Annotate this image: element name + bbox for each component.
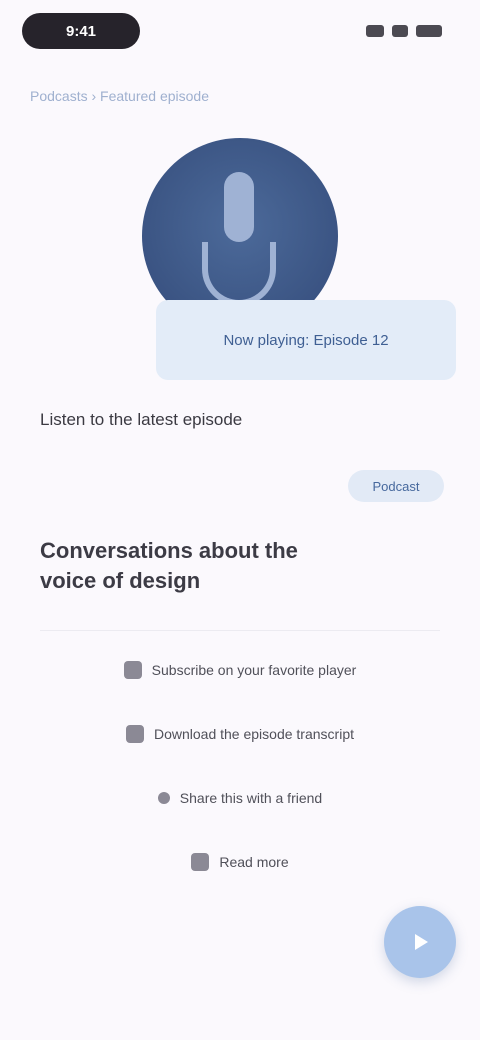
microphone-icon: [224, 172, 254, 242]
tag-chip[interactable]: Podcast: [348, 470, 444, 502]
book-icon: [191, 853, 210, 871]
breadcrumb[interactable]: Podcasts › Featured episode: [30, 88, 330, 104]
page-title: Conversations about the voice of design: [40, 538, 298, 593]
status-time: 9:41: [22, 13, 140, 49]
share-icon: [157, 792, 170, 804]
option-label: Subscribe on your favorite player: [151, 662, 357, 678]
wifi-icon: [392, 25, 408, 37]
option-read-more[interactable]: Read more: [40, 838, 440, 886]
play-icon: [415, 934, 428, 950]
rss-icon: [123, 661, 142, 679]
signal-icon: [366, 25, 384, 37]
document-icon: [125, 725, 144, 743]
microphone-stand: [202, 242, 276, 306]
option-transcript[interactable]: Download the episode transcript: [40, 710, 440, 758]
status-icons: [366, 24, 442, 38]
play-button[interactable]: [384, 906, 456, 978]
section-heading: Listen to the latest episode: [40, 410, 243, 429]
option-label: Download the episode transcript: [153, 726, 354, 742]
battery-icon: [416, 25, 442, 37]
status-bar: 9:41: [0, 0, 480, 60]
option-label: Read more: [219, 854, 289, 870]
now-playing-card[interactable]: Now playing: Episode 12: [156, 300, 456, 380]
option-label: Share this with a friend: [179, 790, 323, 806]
option-share[interactable]: Share this with a friend: [40, 774, 440, 822]
divider: [40, 630, 440, 631]
option-subscribe[interactable]: Subscribe on your favorite player: [40, 646, 440, 694]
